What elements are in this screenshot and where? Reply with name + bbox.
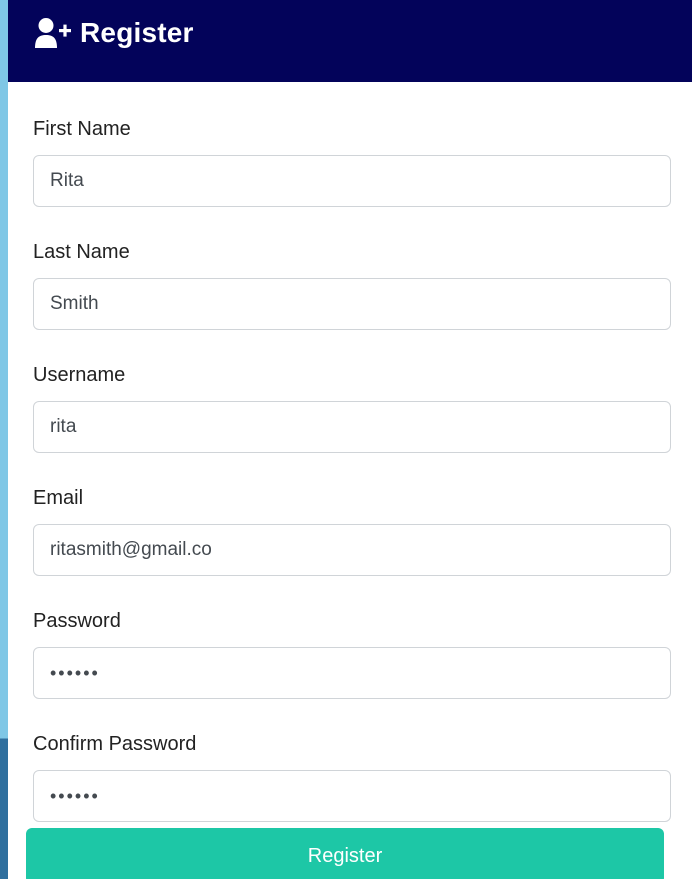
password-input[interactable]	[33, 647, 671, 699]
first-name-input[interactable]	[33, 155, 671, 207]
first-name-label: First Name	[33, 118, 131, 140]
email-label: Email	[33, 487, 84, 509]
last-name-group: Last Name	[33, 241, 671, 330]
password-group: Password	[33, 610, 671, 699]
confirm-password-label: Confirm Password	[33, 733, 197, 755]
username-label: Username	[33, 364, 126, 386]
username-group: Username	[33, 364, 671, 453]
last-name-input[interactable]	[33, 278, 671, 330]
confirm-password-group: Confirm Password	[33, 733, 671, 822]
confirm-password-input[interactable]	[33, 770, 671, 822]
card-header: Register	[8, 0, 692, 82]
register-button[interactable]: Register	[26, 828, 664, 879]
last-name-label: Last Name	[33, 241, 130, 263]
username-input[interactable]	[33, 401, 671, 453]
user-plus-icon	[34, 17, 80, 49]
register-form: First Name Last Name Username Email Pass…	[8, 118, 692, 822]
first-name-group: First Name	[33, 118, 671, 207]
page-title: Register	[80, 17, 194, 48]
password-label: Password	[33, 610, 121, 632]
email-input[interactable]	[33, 524, 671, 576]
register-card: Register First Name Last Name Username E…	[8, 0, 692, 879]
email-group: Email	[33, 487, 671, 576]
